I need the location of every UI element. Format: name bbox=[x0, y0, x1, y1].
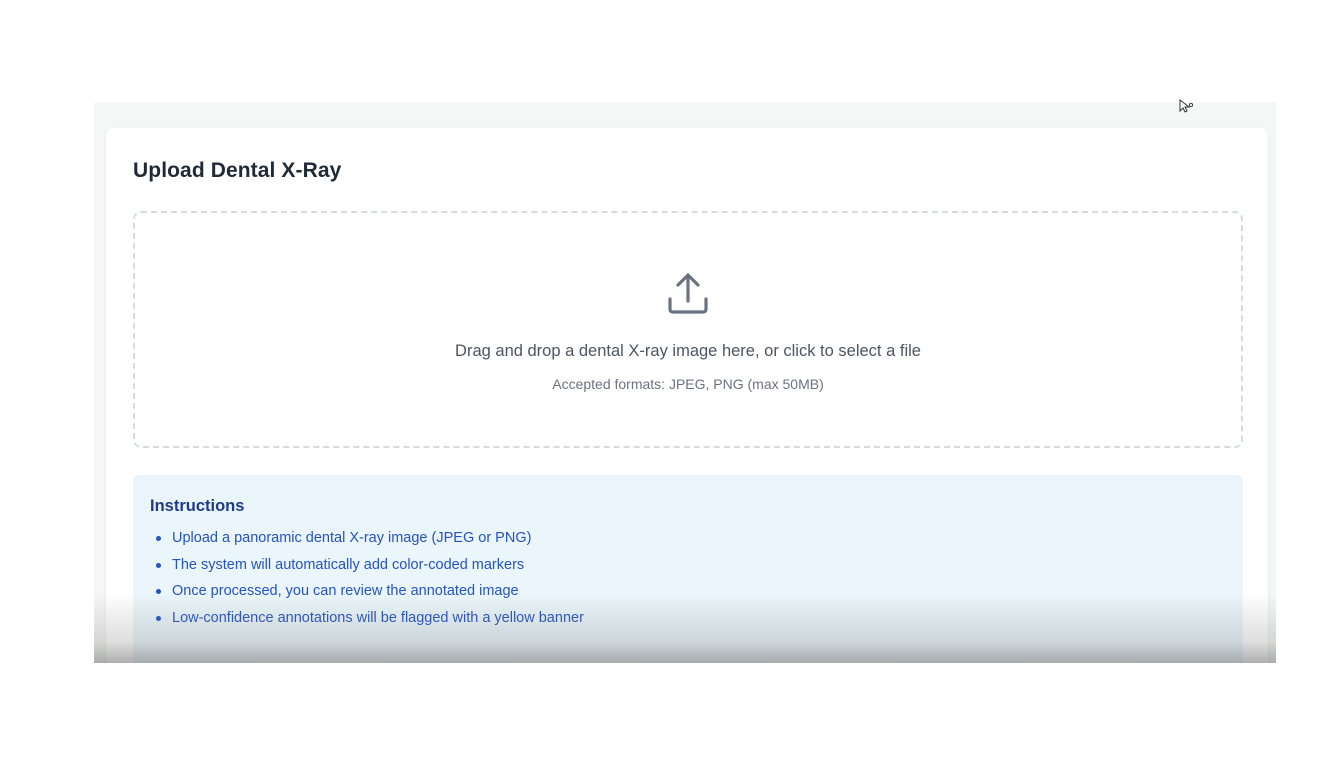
list-item: Once processed, you can review the annot… bbox=[150, 581, 584, 608]
file-dropzone[interactable]: Drag and drop a dental X-ray image here,… bbox=[133, 211, 1243, 448]
upload-card: Upload Dental X-Ray Drag and drop a dent… bbox=[106, 128, 1268, 663]
dropzone-formats-text: Accepted formats: JPEG, PNG (max 50MB) bbox=[552, 376, 824, 392]
upload-icon bbox=[668, 273, 708, 314]
list-item: The system will automatically add color-… bbox=[150, 555, 584, 582]
mouse-cursor-icon bbox=[1179, 99, 1194, 113]
instructions-title: Instructions bbox=[150, 497, 245, 515]
app-viewport: Upload Dental X-Ray Drag and drop a dent… bbox=[94, 102, 1276, 663]
list-item: Upload a panoramic dental X-ray image (J… bbox=[150, 528, 584, 555]
instructions-list: Upload a panoramic dental X-ray image (J… bbox=[150, 528, 584, 634]
list-item: Low-confidence annotations will be flagg… bbox=[150, 608, 584, 635]
instructions-panel: Instructions Upload a panoramic dental X… bbox=[133, 475, 1243, 663]
page-title: Upload Dental X-Ray bbox=[133, 159, 342, 182]
dropzone-primary-text: Drag and drop a dental X-ray image here,… bbox=[455, 342, 921, 360]
